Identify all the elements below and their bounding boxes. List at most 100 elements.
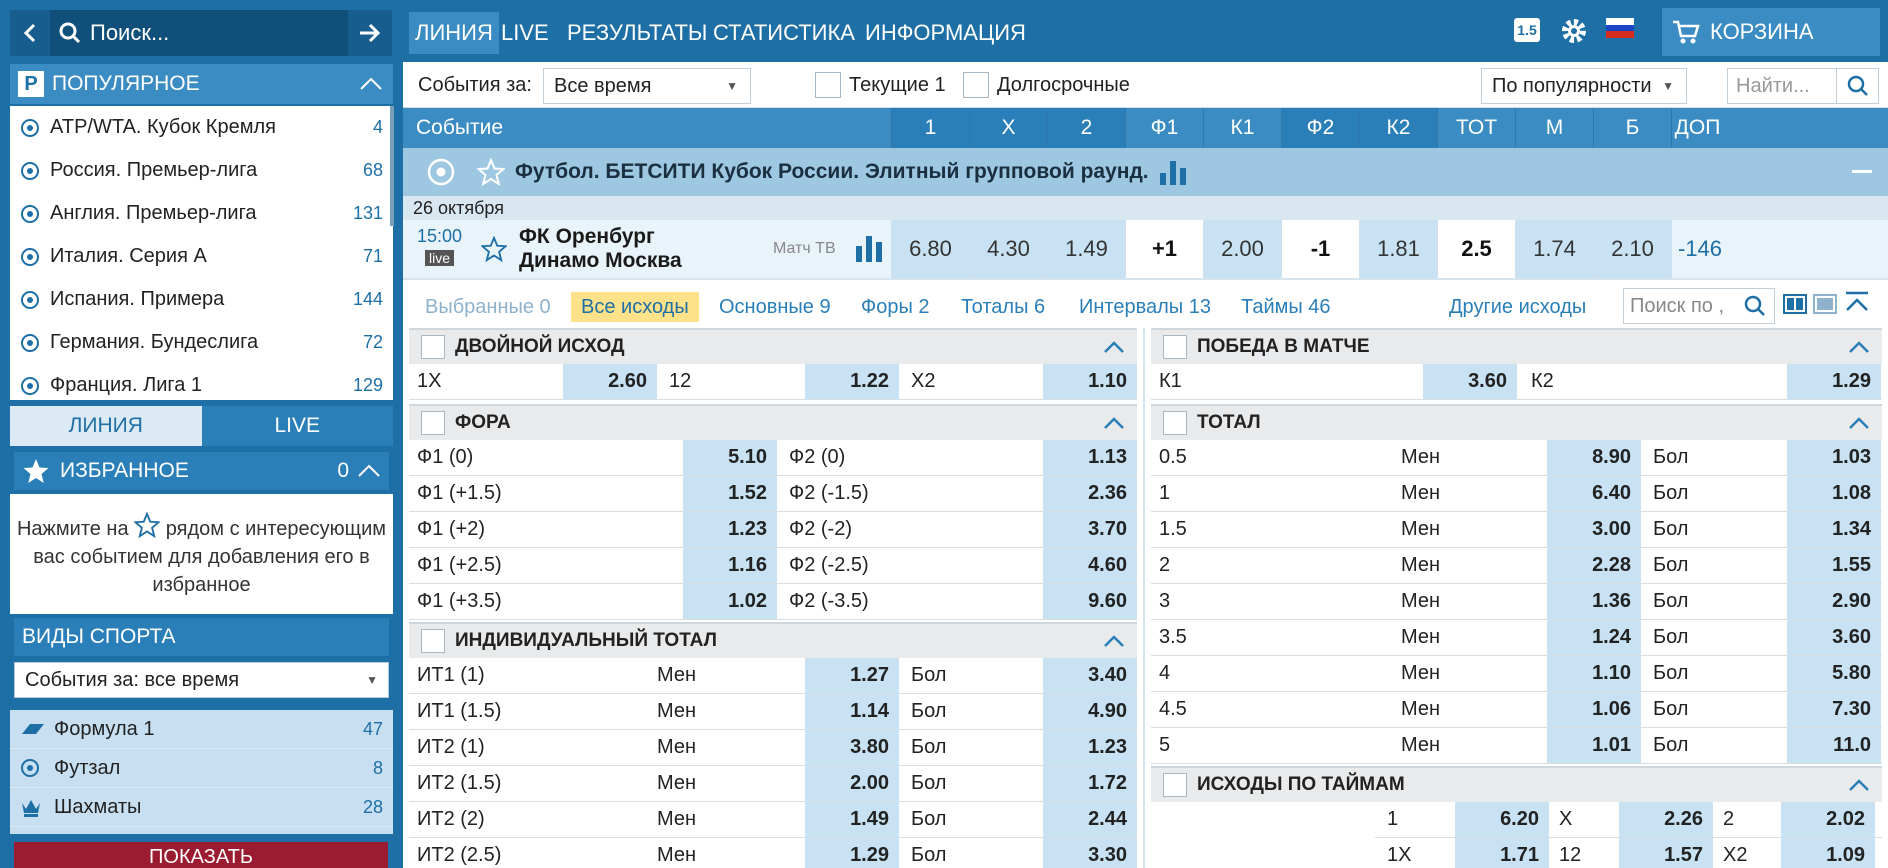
market-checkbox[interactable]: [1163, 773, 1187, 797]
col-f1[interactable]: Ф1: [1125, 108, 1203, 148]
odd-value[interactable]: 2.02: [1781, 802, 1875, 837]
odd-value[interactable]: 1.06: [1547, 692, 1641, 727]
chevron-up-icon[interactable]: [1848, 778, 1870, 792]
nav-results[interactable]: РЕЗУЛЬТАТЫ: [561, 12, 713, 54]
gear-icon[interactable]: [1561, 18, 1587, 44]
odd-value[interactable]: 2.90: [1787, 584, 1881, 619]
tab-line[interactable]: ЛИНИЯ: [10, 406, 202, 446]
odd-value[interactable]: 1.24: [1547, 620, 1641, 655]
sports-header[interactable]: ВИДЫ СПОРТА: [14, 618, 389, 656]
odd-value[interactable]: 1.27: [805, 658, 899, 693]
odd-value[interactable]: 5.10: [683, 440, 777, 475]
nav-info[interactable]: ИНФОРМАЦИЯ: [859, 12, 1032, 54]
odd-value[interactable]: 4.90: [1043, 694, 1137, 729]
popular-item[interactable]: Франция. Лига 1 129: [10, 364, 393, 400]
col-dop[interactable]: ДОП: [1671, 108, 1723, 148]
odd-value[interactable]: 6.20: [1455, 802, 1549, 837]
popular-item[interactable]: ATP/WTA. Кубок Кремля 4: [10, 106, 393, 149]
collapse-all-icon[interactable]: [1843, 290, 1871, 318]
odd-value[interactable]: 1.09: [1781, 838, 1875, 868]
odd-value[interactable]: 1.34: [1787, 512, 1881, 547]
sort-select[interactable]: По популярности ▼: [1481, 68, 1687, 104]
odd-value[interactable]: 3.00: [1547, 512, 1641, 547]
col-x[interactable]: X: [969, 108, 1047, 148]
popular-item[interactable]: Россия. Премьер-лига 68: [10, 149, 393, 192]
market-search-button[interactable]: [1736, 295, 1774, 317]
market-checkbox[interactable]: [1163, 411, 1187, 435]
odd-value[interactable]: 3.60: [1423, 364, 1517, 399]
odd-value[interactable]: 1.03: [1787, 440, 1881, 475]
market-total[interactable]: ТОТАЛ: [1151, 404, 1882, 440]
odd-value[interactable]: 3.40: [1043, 658, 1137, 693]
find-button[interactable]: [1836, 69, 1878, 103]
tab-all[interactable]: Все исходы: [571, 292, 699, 322]
chevron-up-icon[interactable]: [1103, 634, 1125, 648]
one-column-view-icon[interactable]: [1813, 294, 1837, 314]
find-input[interactable]: Найти...: [1727, 68, 1879, 104]
market-halves[interactable]: ИСХОДЫ ПО ТАЙМАМ: [1151, 766, 1882, 802]
col-tot[interactable]: ТОТ: [1437, 108, 1515, 148]
odd-value[interactable]: 6.40: [1547, 476, 1641, 511]
odd-value[interactable]: 1.02: [683, 584, 777, 619]
odd-value[interactable]: 1.52: [683, 476, 777, 511]
popular-item[interactable]: Испания. Примера 144: [10, 278, 393, 321]
chevron-up-icon[interactable]: [1848, 416, 1870, 430]
statistics-icon[interactable]: [855, 234, 883, 262]
chevron-up-icon[interactable]: [1103, 416, 1125, 430]
market-checkbox[interactable]: [421, 411, 445, 435]
market-checkbox[interactable]: [421, 629, 445, 653]
odd-x[interactable]: 4.30: [969, 220, 1047, 278]
version-badge[interactable]: 1.5: [1514, 18, 1540, 42]
sport-item[interactable]: Формула 1 47: [10, 710, 393, 749]
col-m[interactable]: М: [1515, 108, 1593, 148]
odd-value[interactable]: 3.70: [1043, 512, 1137, 547]
odd-value[interactable]: 1.14: [805, 694, 899, 729]
tab-selected[interactable]: Выбранные 0: [425, 292, 551, 322]
odd-w2[interactable]: 1.49: [1047, 220, 1125, 278]
flag-russia-icon[interactable]: [1606, 18, 1634, 38]
col-1[interactable]: 1: [891, 108, 969, 148]
odd-value[interactable]: 9.60: [1043, 584, 1137, 619]
popular-item[interactable]: Англия. Премьер-лига 131: [10, 192, 393, 235]
odd-value[interactable]: 1.29: [1787, 364, 1881, 399]
odd-value[interactable]: 2.26: [1619, 802, 1713, 837]
odd-value[interactable]: 2.60: [563, 364, 657, 399]
chevron-up-icon[interactable]: [1103, 340, 1125, 354]
odd-k1[interactable]: 2.00: [1203, 220, 1281, 278]
popular-item[interactable]: Италия. Серия А 71: [10, 235, 393, 278]
collapse-icon[interactable]: [1852, 170, 1872, 173]
nav-statistics[interactable]: СТАТИСТИКА: [707, 12, 861, 54]
odd-value[interactable]: 2.28: [1547, 548, 1641, 583]
odd-value[interactable]: 2.00: [805, 766, 899, 801]
favorites-header[interactable]: ИЗБРАННОЕ 0: [14, 452, 389, 490]
current-checkbox[interactable]: [815, 72, 841, 98]
market-match-winner[interactable]: ПОБЕДА В МАТЧЕ: [1151, 328, 1882, 364]
tab-handicaps[interactable]: Форы 2: [861, 292, 930, 322]
odd-value[interactable]: 1.55: [1787, 548, 1881, 583]
tab-intervals[interactable]: Интервалы 13: [1079, 292, 1211, 322]
odd-w1[interactable]: 6.80: [891, 220, 969, 278]
tab-main[interactable]: Основные 9: [719, 292, 831, 322]
odd-value[interactable]: 1.36: [1547, 584, 1641, 619]
odd-value[interactable]: 8.90: [1547, 440, 1641, 475]
odd-value[interactable]: 1.57: [1619, 838, 1713, 868]
sports-period-select[interactable]: События за: все время ▼: [14, 662, 389, 698]
popular-header[interactable]: P ПОПУЛЯРНОЕ: [10, 64, 393, 104]
period-select[interactable]: Все время ▼: [543, 68, 751, 104]
odd-value[interactable]: 1.22: [805, 364, 899, 399]
odd-value[interactable]: 1.10: [1043, 364, 1137, 399]
two-column-view-icon[interactable]: [1783, 294, 1807, 314]
sport-item[interactable]: Шахматы 28: [10, 788, 393, 827]
star-outline-icon[interactable]: [477, 158, 505, 186]
show-button[interactable]: ПОКАЗАТЬ: [14, 842, 388, 868]
odd-value[interactable]: 1.01: [1547, 728, 1641, 763]
popular-item[interactable]: Германия. Бундеслига 72: [10, 321, 393, 364]
odd-value[interactable]: 1.08: [1787, 476, 1881, 511]
odd-value[interactable]: 1.23: [683, 512, 777, 547]
nav-line[interactable]: ЛИНИЯ: [409, 12, 499, 54]
tab-halves[interactable]: Таймы 46: [1241, 292, 1331, 322]
back-button[interactable]: [10, 10, 50, 56]
search-input[interactable]: Поиск...: [50, 10, 348, 56]
col-k2[interactable]: К2: [1359, 108, 1437, 148]
market-checkbox[interactable]: [421, 335, 445, 359]
